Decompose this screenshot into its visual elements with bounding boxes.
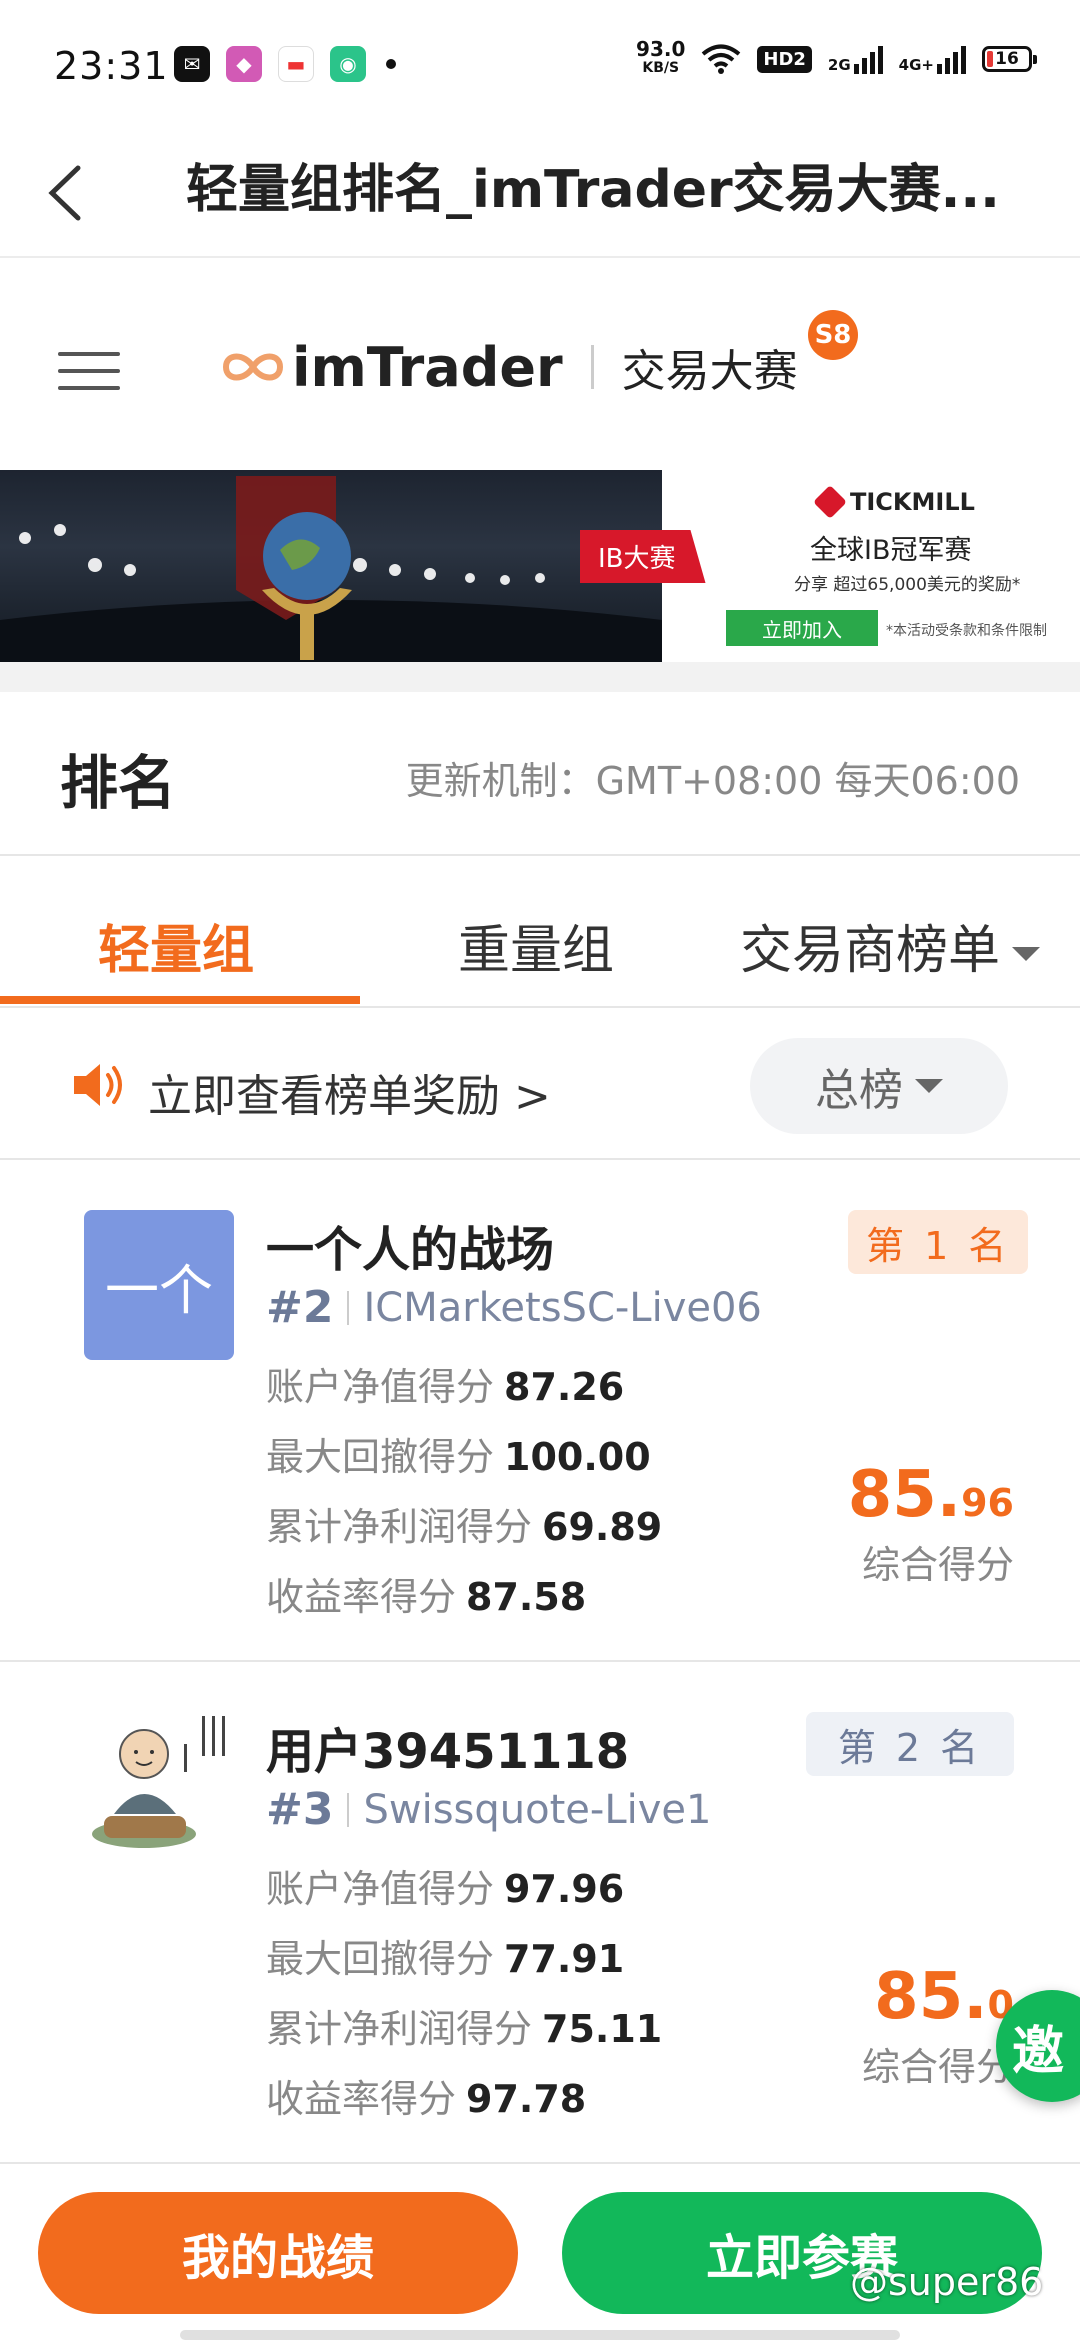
signal-icon: 4G+: [899, 44, 966, 74]
status-right: 93.0 KB/S HD2 2G 4G+ 16: [636, 37, 1037, 78]
hd-icon: HD2: [757, 45, 812, 73]
account-info: #2 ICMarketsSC-Live06: [266, 1282, 762, 1333]
back-icon[interactable]: [38, 158, 98, 228]
view-rewards-link[interactable]: 立即查看榜单奖励 >: [148, 1060, 551, 1124]
banner-subline: 分享 超过65,000美元的奖励*: [794, 575, 1021, 595]
update-rule: 更新机制：GMT+08:00 每天06:00: [405, 759, 1020, 803]
notification-icons: ✉ ◆ ▬ ◉: [174, 46, 396, 82]
total-score-label: 综合得分: [861, 2045, 1014, 2089]
metric-row: 累计净利润得分 75.11: [266, 2007, 663, 2051]
status-bar: 23:31 ✉ ◆ ▬ ◉ 93.0 KB/S HD2 2G 4G+ 16: [0, 0, 1080, 130]
home-indicator[interactable]: [180, 2330, 900, 2340]
tab-broker-list[interactable]: 交易商榜单: [740, 908, 1041, 983]
rank-badge: 第 2 名: [806, 1712, 1014, 1776]
banner-image: [0, 470, 662, 662]
network-speed: 93.0 KB/S: [636, 37, 686, 76]
title-bar: 轻量组排名_imTrader交易大赛...: [0, 130, 1080, 258]
metric-row: 最大回撤得分 100.00: [266, 1435, 651, 1479]
ib-tag: IB大赛: [580, 530, 706, 583]
user-name: 一个人的战场: [266, 1222, 555, 1278]
total-score-label: 综合得分: [861, 1543, 1014, 1587]
total-score: 85.0: [874, 1960, 1014, 2034]
banner-join-button[interactable]: 立即加入: [726, 610, 878, 646]
app-icon: ▬: [278, 46, 314, 82]
chevron-down-icon: [915, 1079, 943, 1093]
wifi-icon: [702, 44, 741, 74]
ranking-title: 排名: [60, 749, 177, 817]
infinity-logo-icon: [222, 353, 284, 381]
banner-fineprint: *本活动受条款和条件限制: [886, 623, 1047, 639]
season-badge: S8: [808, 310, 858, 360]
more-notifications-icon: [386, 59, 396, 69]
sponsor-logo: TICKMILL: [813, 485, 975, 519]
battery-icon: 16: [982, 46, 1037, 72]
metric-row: 账户净值得分 97.96: [266, 1867, 625, 1911]
account-info: #3 Swissquote-Live1: [266, 1784, 712, 1835]
app-icon: ◉: [330, 46, 366, 82]
tickmill-icon: [813, 485, 847, 519]
rank-badge: 第 1 名: [848, 1210, 1029, 1274]
signal-icon: 2G: [828, 44, 883, 74]
my-record-button[interactable]: 我的战绩: [38, 2192, 518, 2314]
mail-icon: ✉: [174, 46, 210, 82]
bottom-action-bar: 我的战绩 立即参赛 @super86: [0, 2180, 1080, 2340]
metric-row: 收益率得分 87.58: [266, 1575, 587, 1619]
metric-row: 收益率得分 97.78: [266, 2077, 587, 2121]
total-score: 85.96: [847, 1458, 1014, 1532]
user-name: 用户39451118: [266, 1724, 630, 1780]
reward-notice: 立即查看榜单奖励 > 总榜: [0, 1010, 1080, 1160]
app-icon: ◆: [226, 46, 262, 82]
score-metrics: 账户净值得分 97.96 最大回撤得分 77.91 累计净利润得分 75.11 收益率…: [266, 1854, 662, 2134]
site-logo[interactable]: imTrader 交易大赛: [220, 335, 798, 399]
active-tab-indicator: [0, 996, 360, 1004]
avatar: [92, 1716, 225, 1848]
group-tabs: 轻量组 重量组 交易商榜单: [0, 858, 1080, 1008]
metric-row: 账户净值得分 87.26: [266, 1365, 625, 1409]
tab-light[interactable]: 轻量组: [98, 908, 254, 983]
ranking-entry[interactable]: 一个 一个人的战场 #2 ICMarketsSC-Live06 账户净值得分 87.…: [0, 1162, 1080, 1662]
metric-row: 累计净利润得分 69.89: [266, 1505, 663, 1549]
watermark: @super86: [850, 2260, 1044, 2304]
menu-icon[interactable]: [58, 352, 120, 390]
ad-banner[interactable]: IB大赛 TICKMILL 全球IB冠军赛 分享 超过65,000美元的奖励* …: [0, 470, 1080, 662]
speaker-icon: [74, 1064, 122, 1106]
page-title: 轻量组排名_imTrader交易大赛...: [186, 160, 1000, 220]
divider: [0, 662, 1080, 692]
chevron-down-icon: [1012, 947, 1041, 961]
ranking-entry[interactable]: 用户39451118 #3 Swissquote-Live1 账户净值得分 97.9…: [0, 1664, 1080, 2164]
avatar: 一个: [84, 1210, 234, 1360]
site-header: imTrader 交易大赛 S8: [0, 260, 1080, 470]
tab-heavy[interactable]: 重量组: [458, 908, 614, 983]
status-time: 23:31: [54, 44, 169, 88]
board-filter-dropdown[interactable]: 总榜: [750, 1038, 1008, 1134]
banner-headline: 全球IB冠军赛: [810, 535, 972, 566]
metric-row: 最大回撤得分 77.91: [266, 1937, 625, 1981]
ranking-header: 排名 更新机制：GMT+08:00 每天06:00: [0, 692, 1080, 856]
score-metrics: 账户净值得分 87.26 最大回撤得分 100.00 累计净利润得分 69.89 收益…: [266, 1352, 662, 1632]
